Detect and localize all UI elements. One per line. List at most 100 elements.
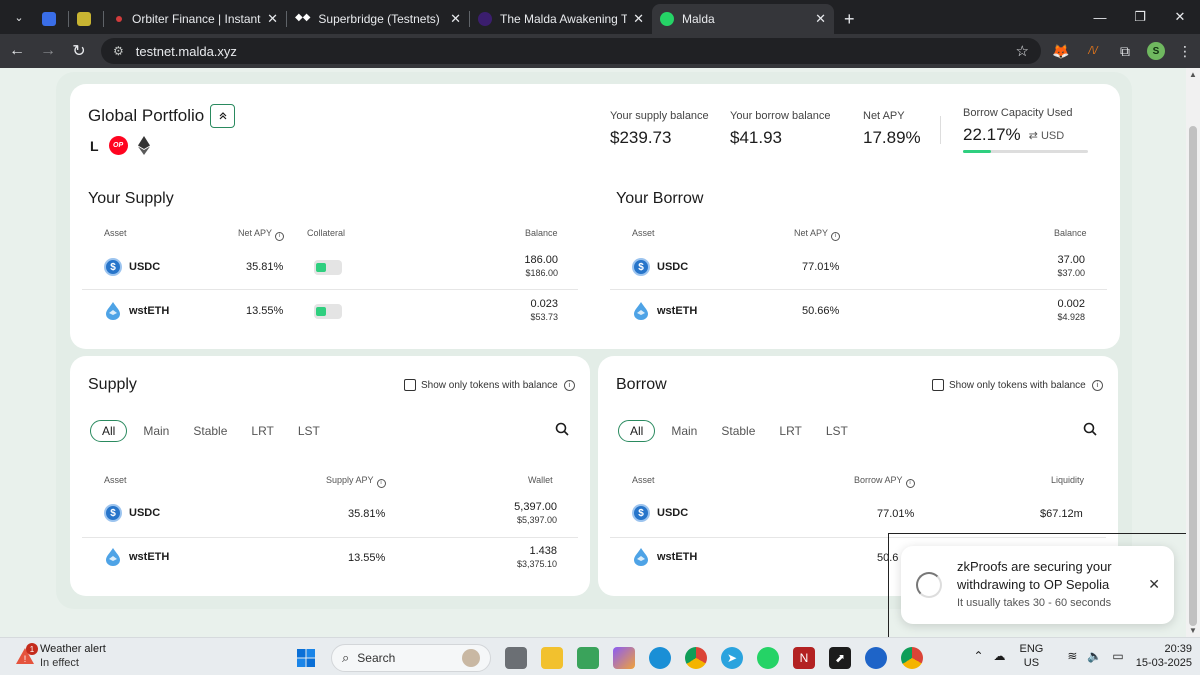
supply-row-wsteth-asset[interactable]: wstETH <box>104 548 169 566</box>
weather-alert-badge: 1 <box>26 643 38 655</box>
language-indicator[interactable]: ENG US <box>1020 642 1044 670</box>
optimism-icon: OP <box>108 136 128 155</box>
info-icon[interactable]: i <box>1091 379 1103 391</box>
supply-row-usdc-wallet: 5,397.00 $5,397.00 <box>514 501 557 525</box>
wallet-amount: 1.438 <box>529 545 557 557</box>
filter-main[interactable]: Main <box>143 424 169 438</box>
checkbox-box[interactable] <box>932 379 944 391</box>
borrow-capacity-label: Borrow Capacity Used <box>963 107 1073 119</box>
checkbox-box[interactable] <box>404 379 416 391</box>
cloud-icon[interactable]: ☁ <box>994 649 1006 663</box>
info-icon[interactable]: i <box>831 232 841 241</box>
window-controls: — ❐ ✕ <box>1080 0 1200 34</box>
filter-lrt[interactable]: LRT <box>251 424 273 438</box>
battery-icon[interactable]: ▭ <box>1112 649 1123 663</box>
your-supply-row-wsteth-asset[interactable]: wstETH <box>104 302 169 320</box>
address-bar[interactable]: ⚙ testnet.malda.xyz ☆ <box>101 38 1041 64</box>
tab-search-button[interactable]: ⌄ <box>4 3 34 31</box>
file-explorer-icon[interactable] <box>541 647 563 669</box>
tab-pinned-2[interactable] <box>69 4 103 34</box>
filter-stable[interactable]: Stable <box>193 424 227 438</box>
collateral-toggle-wsteth[interactable] <box>314 304 342 319</box>
minimize-button[interactable]: — <box>1080 0 1120 34</box>
balance-usd: $186.00 <box>525 268 558 278</box>
search-icon[interactable] <box>555 422 569 436</box>
your-borrow-row-wsteth-asset[interactable]: wstETH <box>632 302 697 320</box>
page-scrollbar[interactable]: ▲ ▼ <box>1186 68 1200 637</box>
volume-icon[interactable]: 🔈 <box>1087 649 1102 663</box>
wifi-icon[interactable]: ≋ <box>1067 649 1077 663</box>
filter-lst[interactable]: LST <box>298 424 320 438</box>
chrome-icon[interactable] <box>901 647 923 669</box>
collapse-button[interactable] <box>210 104 235 128</box>
scrollbar-thumb[interactable] <box>1189 126 1197 626</box>
wsteth-icon <box>104 548 122 566</box>
forward-button[interactable]: → <box>34 37 62 65</box>
borrow-row-wsteth-asset[interactable]: wstETH <box>632 548 697 566</box>
asset-name: wstETH <box>129 305 170 317</box>
your-borrow-row-usdc-asset[interactable]: $ USDC <box>632 258 688 276</box>
borrow-balance-filter-checkbox[interactable]: Show only tokens with balance i <box>932 379 1103 391</box>
tab-orbiter[interactable]: Orbiter Finance | Instantly Bridge ✕ <box>104 4 286 34</box>
microsoft-store-icon[interactable] <box>577 647 599 669</box>
task-view-icon[interactable] <box>505 647 527 669</box>
reload-button[interactable]: ↻ <box>65 37 93 65</box>
close-icon[interactable]: ✕ <box>267 11 278 27</box>
telegram-icon[interactable]: ➤ <box>721 647 743 669</box>
profile-avatar[interactable]: S <box>1147 42 1165 60</box>
supply-row-usdc-asset[interactable]: $ USDC <box>104 504 160 522</box>
borrow-capacity-value: 22.17% <box>963 125 1021 144</box>
windows-start-icon[interactable] <box>295 647 317 669</box>
collateral-toggle-usdc[interactable] <box>314 260 342 275</box>
app-circle-icon[interactable] <box>865 647 887 669</box>
your-supply-row-usdc-asset[interactable]: $ USDC <box>104 258 160 276</box>
extensions-puzzle-icon[interactable]: ⧉ <box>1113 39 1137 63</box>
edge-icon[interactable] <box>649 647 671 669</box>
currency-toggle[interactable]: ⇄ USD <box>1029 129 1065 142</box>
filter-all[interactable]: All <box>618 420 656 442</box>
filter-lrt[interactable]: LRT <box>779 424 801 438</box>
close-window-button[interactable]: ✕ <box>1160 0 1200 34</box>
weather-widget[interactable]: ! 1 Weather alert In effect <box>14 642 106 670</box>
new-tab-button[interactable]: + <box>834 4 865 34</box>
borrow-capacity-stat: Borrow Capacity Used 22.17% ⇄ USD <box>963 107 1072 145</box>
back-button[interactable]: ← <box>3 37 31 65</box>
filter-all[interactable]: All <box>90 420 128 442</box>
tab-favicon <box>478 12 492 26</box>
browser-menu-icon[interactable]: ⋮ <box>1173 39 1197 63</box>
close-icon[interactable]: ✕ <box>815 11 826 27</box>
clock[interactable]: 20:39 15-03-2025 <box>1136 642 1192 670</box>
scroll-up-arrow-icon[interactable]: ▲ <box>1189 70 1197 79</box>
info-icon[interactable]: i <box>376 479 386 488</box>
tab-malda-awakening[interactable]: The Malda Awakening Testnet C ✕ <box>470 4 652 34</box>
metamask-extension-icon[interactable]: 🦊 <box>1049 39 1073 63</box>
scroll-down-arrow-icon[interactable]: ▼ <box>1189 626 1197 635</box>
close-icon[interactable]: ✕ <box>633 11 644 27</box>
info-icon[interactable]: i <box>275 232 285 241</box>
info-icon[interactable]: i <box>905 479 915 488</box>
chrome-profile-icon[interactable] <box>685 647 707 669</box>
chevron-up-icon[interactable]: ⌃ <box>973 649 983 663</box>
filter-stable[interactable]: Stable <box>721 424 755 438</box>
supply-balance-filter-checkbox[interactable]: Show only tokens with balance i <box>404 379 575 391</box>
whatsapp-icon[interactable] <box>757 647 779 669</box>
filter-lst[interactable]: LST <box>826 424 848 438</box>
borrow-row-usdc-asset[interactable]: $ USDC <box>632 504 688 522</box>
tab-superbridge[interactable]: ◆◆ Superbridge (Testnets) ✕ <box>287 4 469 34</box>
app-n-icon[interactable]: N <box>793 647 815 669</box>
tab-pinned-1[interactable] <box>34 4 68 34</box>
info-icon[interactable]: i <box>563 379 575 391</box>
search-icon[interactable] <box>1083 422 1097 436</box>
filter-main[interactable]: Main <box>671 424 697 438</box>
close-icon[interactable]: ✕ <box>450 11 461 27</box>
tab-malda[interactable]: Malda ✕ <box>652 4 834 34</box>
close-icon[interactable]: ✕ <box>1148 576 1160 593</box>
site-info-icon[interactable]: ⚙ <box>113 44 124 58</box>
supply-market-card: Supply Show only tokens with balance i A… <box>70 356 590 596</box>
restore-button[interactable]: ❐ <box>1120 0 1160 34</box>
copilot-icon[interactable] <box>613 647 635 669</box>
bookmark-star-icon[interactable]: ☆ <box>1016 42 1029 60</box>
app-shortcut-icon[interactable]: ⬈ <box>829 647 851 669</box>
taskbar-search[interactable]: ⌕ Search <box>331 644 491 672</box>
extension-icon[interactable]: /\/ <box>1081 39 1105 63</box>
